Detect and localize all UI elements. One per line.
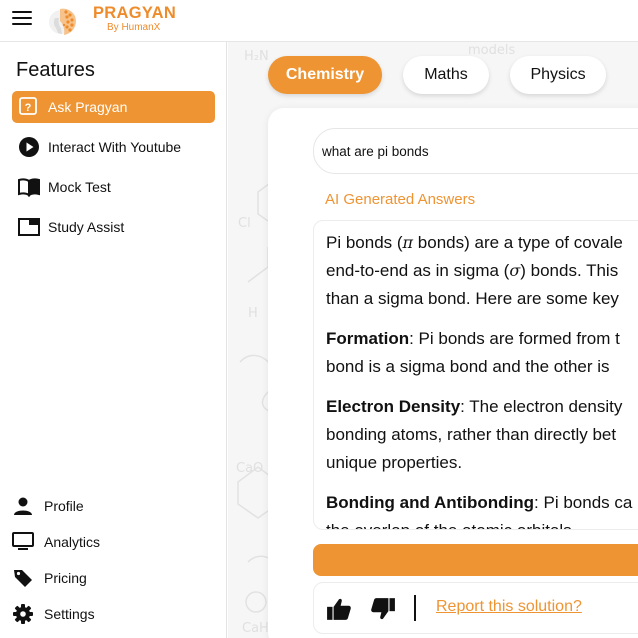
window-icon bbox=[18, 216, 40, 238]
thumbs-up-icon[interactable] bbox=[326, 597, 352, 621]
features-title: Features bbox=[16, 59, 95, 81]
tab-chemistry[interactable]: Chemistry bbox=[268, 56, 382, 94]
sidebar-item-pricing[interactable]: Pricing bbox=[12, 564, 215, 592]
sidebar-item-mock-test[interactable]: Mock Test bbox=[12, 171, 215, 203]
answer-text: Pi bonds (π bonds) are a type of covale … bbox=[326, 229, 638, 529]
play-circle-icon bbox=[18, 136, 40, 158]
book-icon bbox=[18, 176, 40, 198]
sidebar-item-interact-youtube[interactable]: Interact With Youtube bbox=[12, 131, 215, 163]
question-input[interactable] bbox=[313, 128, 638, 174]
help-icon: ? bbox=[18, 96, 40, 118]
brand-subtitle: By HumanX bbox=[107, 21, 161, 33]
pragyan-logo bbox=[49, 8, 76, 36]
feedback-bar: Report this solution? bbox=[313, 582, 638, 634]
sidebar-item-label: Study Assist bbox=[48, 219, 125, 235]
tab-physics[interactable]: Physics bbox=[510, 56, 606, 94]
svg-text:CaH: CaH bbox=[242, 621, 269, 636]
sidebar-item-label: Mock Test bbox=[48, 179, 111, 195]
svg-text:H₂N: H₂N bbox=[244, 49, 269, 64]
answer-paragraph-bonding: Bonding and Antibonding: Pi bonds ca the… bbox=[326, 493, 633, 529]
sidebar-item-label: Ask Pragyan bbox=[48, 99, 128, 115]
menu-icon[interactable] bbox=[12, 11, 32, 27]
answer-paragraph-electron-density: Electron Density: The electron density b… bbox=[326, 397, 623, 472]
thumbs-down-icon[interactable] bbox=[370, 597, 396, 621]
main-area: H₂N Cl H CaO CaH models Chemistry Maths … bbox=[228, 42, 638, 638]
answer-action-bar[interactable] bbox=[313, 544, 638, 576]
sidebar-item-ask-pragyan[interactable]: ? Ask Pragyan bbox=[12, 91, 215, 123]
sidebar-item-analytics[interactable]: Analytics bbox=[12, 528, 215, 556]
sidebar-item-study-assist[interactable]: Study Assist bbox=[12, 211, 215, 243]
svg-text:?: ? bbox=[25, 102, 32, 114]
report-solution-link[interactable]: Report this solution? bbox=[436, 598, 582, 616]
answer-card: AI Generated Answers Pi bonds (π bonds) … bbox=[268, 108, 638, 638]
person-icon bbox=[12, 495, 34, 517]
gear-icon bbox=[12, 603, 34, 625]
ai-answers-title: AI Generated Answers bbox=[325, 191, 476, 208]
svg-text:H: H bbox=[248, 306, 258, 321]
sidebar-item-profile[interactable]: Profile bbox=[12, 492, 215, 520]
sidebar-item-label: Settings bbox=[44, 606, 95, 622]
sidebar-item-label: Interact With Youtube bbox=[48, 139, 182, 155]
sidebar-item-label: Pricing bbox=[44, 570, 87, 586]
top-bar: PRAGYAN By HumanX bbox=[0, 0, 638, 42]
svg-text:CaO: CaO bbox=[236, 461, 263, 476]
monitor-icon bbox=[12, 531, 34, 553]
answer-paragraph-formation: Formation: Pi bonds are formed from t bo… bbox=[326, 329, 620, 376]
sidebar-item-settings[interactable]: Settings bbox=[12, 600, 215, 628]
tab-maths[interactable]: Maths bbox=[403, 56, 489, 94]
sidebar-item-label: Profile bbox=[44, 498, 84, 514]
answer-panel[interactable]: Pi bonds (π bonds) are a type of covale … bbox=[313, 220, 638, 530]
feedback-divider bbox=[414, 595, 416, 621]
svg-text:Cl: Cl bbox=[238, 216, 251, 231]
brand[interactable]: PRAGYAN By HumanX bbox=[93, 5, 176, 33]
sidebar: Features ? Ask Pragyan Interact With You… bbox=[0, 42, 227, 638]
tag-icon bbox=[12, 567, 34, 589]
brand-name: PRAGYAN bbox=[93, 4, 177, 22]
sidebar-item-label: Analytics bbox=[44, 534, 101, 550]
answer-paragraph-intro: Pi bonds (π bonds) are a type of covale … bbox=[326, 233, 623, 308]
